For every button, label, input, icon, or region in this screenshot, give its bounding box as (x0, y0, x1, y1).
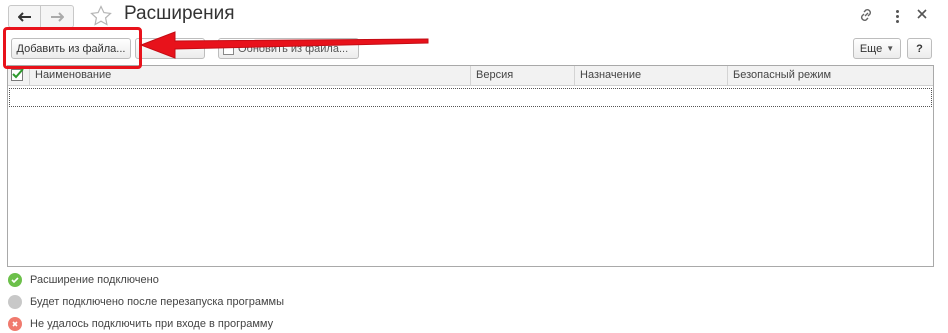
table-row[interactable] (9, 88, 932, 107)
chevron-down-icon: ▼ (886, 44, 895, 53)
column-header-purpose[interactable]: Назначение (575, 66, 728, 85)
legend-connected: Расширение подключено (8, 272, 159, 288)
red-arrow-icon (139, 31, 429, 59)
column-header-version[interactable]: Версия (471, 66, 575, 85)
grey-circle-icon (8, 295, 22, 309)
arrow-left-icon (17, 11, 31, 22)
error-circle-icon (8, 317, 22, 331)
arrow-right-icon (51, 11, 64, 22)
column-header-safe-mode[interactable]: Безопасный режим (728, 66, 934, 85)
legend-after-restart: Будет подключено после перезапуска прогр… (8, 294, 284, 310)
more-menu-label: Еще (859, 42, 883, 55)
close-icon[interactable] (915, 7, 929, 21)
back-button[interactable] (8, 5, 41, 28)
extensions-table[interactable]: Наименование Версия Назначение Безопасны… (7, 65, 934, 267)
table-header: Наименование Версия Назначение Безопасны… (8, 66, 933, 86)
more-menu-button[interactable]: Еще ▼ (853, 38, 901, 59)
legend-failed: Не удалось подключить при входе в програ… (8, 316, 273, 332)
page-title: Расширения (124, 3, 235, 24)
legend-label: Не удалось подключить при входе в програ… (30, 318, 274, 330)
forward-button[interactable] (41, 5, 74, 28)
legend-label: Расширение подключено (30, 274, 159, 286)
help-button[interactable]: ? (907, 38, 932, 59)
legend-label: Будет подключено после перезапуска прогр… (30, 296, 285, 308)
link-icon[interactable] (858, 7, 874, 23)
star-icon[interactable] (90, 5, 112, 26)
highlight-box (3, 27, 142, 69)
check-circle-icon (8, 273, 22, 287)
vertical-dots-icon[interactable] (889, 7, 905, 25)
checkbox-icon[interactable] (11, 68, 24, 81)
